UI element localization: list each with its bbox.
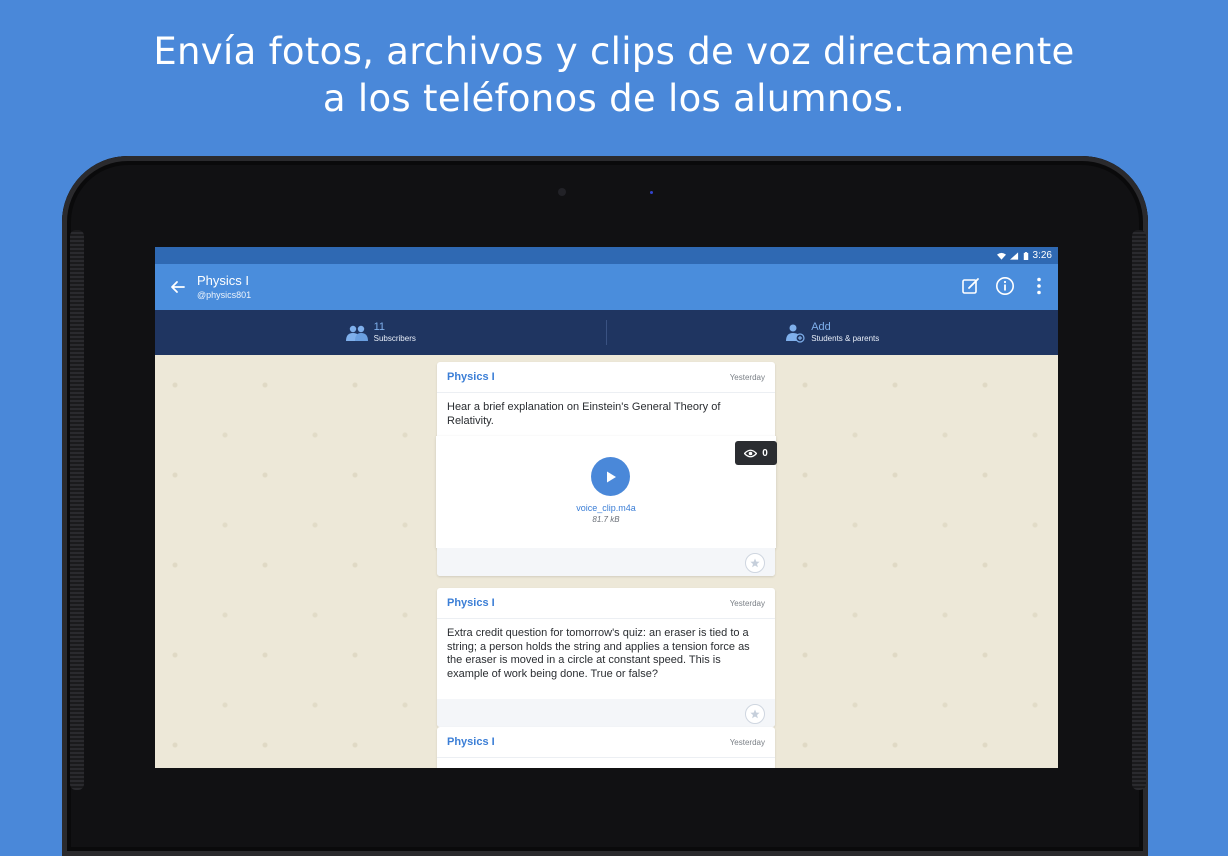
more-vert-icon [1037,277,1041,295]
headline-line-1: Envía fotos, archivos y clips de voz dir… [153,30,1075,73]
star-button[interactable] [745,553,765,573]
play-icon [606,471,616,482]
add-students-button[interactable]: Add Students & parents [607,310,1059,355]
message-header: Physics I Yesterday [437,727,775,758]
sub-bar-divider [606,320,607,345]
message-header: Physics I Yesterday [437,588,775,619]
message-card[interactable]: Physics I Yesterday Hear a brief explana… [436,362,777,576]
people-icon [345,325,368,341]
star-icon [750,709,760,719]
message-text: Extra credit question for tomorrow's qui… [447,627,750,680]
star-button[interactable] [745,704,765,724]
info-button[interactable] [994,275,1016,297]
wifi-icon [996,252,1006,260]
message-sender: Physics I [447,597,495,609]
headline: Envía fotos, archivos y clips de voz dir… [0,28,1228,122]
channel-title: Physics I [197,273,250,288]
voice-attachment[interactable]: voice_clip.m4a 81.7 kB 0 [436,436,777,548]
sensor-light [650,191,653,194]
message-date: Yesterday [729,737,765,747]
message-text: Hear a brief explanation on Einstein's G… [447,401,721,427]
add-person-icon [786,324,805,343]
headline-line-2: a los teléfonos de los alumnos. [322,77,906,120]
status-bar: 3:26 [155,247,1058,264]
attachment-file-size: 81.7 kB [592,515,620,524]
add-label: Students & parents [811,334,880,343]
app-bar-actions [960,275,1050,297]
channel-handle: @physics801 [197,290,252,300]
subscribers-button[interactable]: 11 Subscribers [155,310,607,355]
view-count-badge: 0 [735,441,777,465]
signal-icon [1009,251,1018,260]
info-icon [996,277,1014,295]
subscriber-label: Subscribers [373,334,416,343]
channel-sub-bar: 11 Subscribers Add Students & parents [155,310,1058,355]
battery-icon [1023,251,1028,260]
front-camera [558,188,566,196]
message-sender: Physics I [447,736,495,748]
add-title: Add [811,321,831,333]
compose-icon [962,278,979,294]
message-date: Yesterday [729,598,765,608]
speaker-grille-left [70,230,84,790]
speaker-grille-right [1132,230,1146,790]
back-arrow-icon[interactable] [169,278,187,296]
more-options-button[interactable] [1028,275,1050,297]
subscriber-count: 11 [373,321,386,333]
message-footer [437,548,775,576]
tablet-screen: 3:26 Physics I @physics801 11 Subscriber… [155,247,1058,768]
star-icon [750,558,760,568]
message-feed[interactable]: Physics I Yesterday Hear a brief explana… [155,355,1058,768]
message-card[interactable]: Physics I Yesterday [437,727,775,768]
eye-icon [744,449,758,457]
message-header: Physics I Yesterday [437,362,775,393]
play-button[interactable] [591,457,630,496]
attachment-file-name[interactable]: voice_clip.m4a [436,503,776,513]
view-count: 0 [762,447,768,459]
message-card[interactable]: Physics I Yesterday Extra credit questio… [437,588,775,727]
message-footer [437,699,775,727]
status-time: 3:26 [1032,250,1052,261]
message-date: Yesterday [729,372,765,382]
message-sender: Physics I [447,371,495,383]
app-bar: Physics I @physics801 [155,264,1058,310]
compose-button[interactable] [960,275,982,297]
